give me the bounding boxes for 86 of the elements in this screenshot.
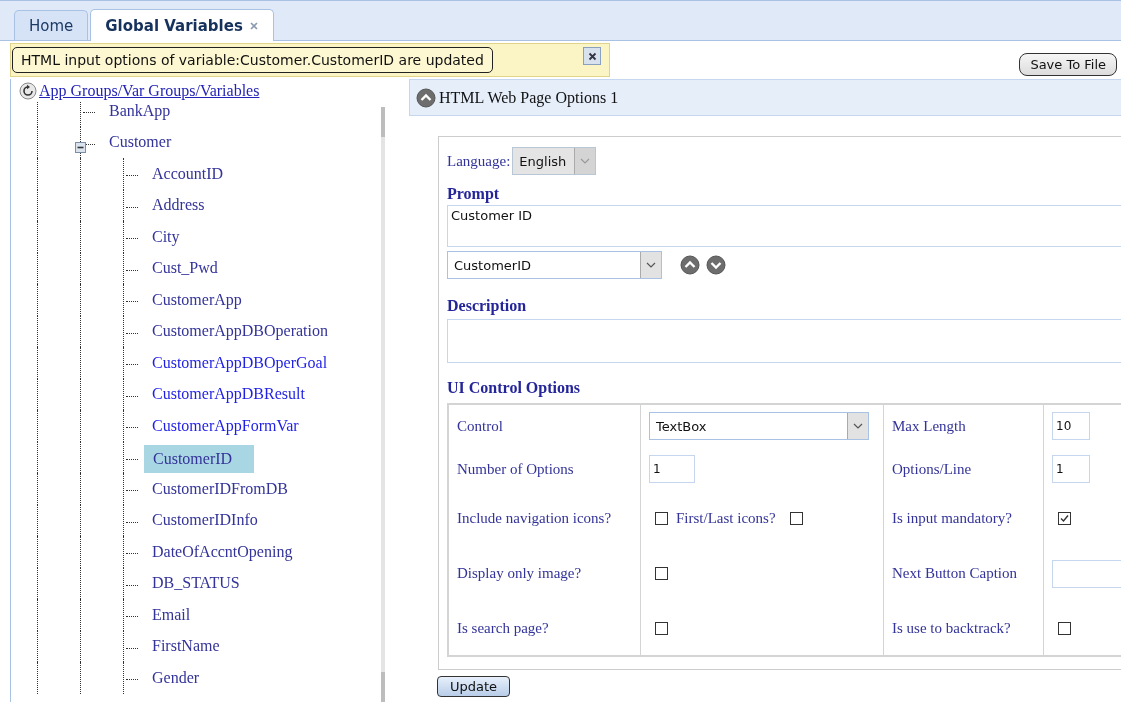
description-field[interactable]	[447, 319, 1121, 363]
tree-item-highlight[interactable]: CustomerAppFormVar	[152, 413, 307, 438]
text-field[interactable]: 1	[649, 455, 695, 483]
tree-item-highlight[interactable]: City	[152, 224, 188, 249]
chevron-down-icon	[580, 158, 591, 164]
tree-item[interactable]: CustomerAppDBResult	[152, 385, 305, 404]
option-label: Include navigation icons?	[457, 510, 612, 527]
option-label: Display only image?	[457, 565, 582, 582]
tree-item-highlight[interactable]: Email	[152, 602, 199, 627]
tree-item[interactable]: CustomerAppDBOperation	[152, 322, 328, 341]
tree-item[interactable]: Gender	[152, 668, 200, 687]
tree-item[interactable]: Cust_Pwd	[152, 259, 218, 278]
chevron-down-icon	[853, 423, 863, 429]
tree-item[interactable]: CustomerIDInfo	[152, 511, 258, 530]
tree-item-highlight[interactable]: CustomerIDInfo	[152, 508, 266, 533]
tree-item[interactable]: Email	[152, 605, 191, 624]
tree-item[interactable]: CustomerID	[153, 450, 233, 469]
close-icon	[587, 51, 597, 61]
save-to-file-button[interactable]: Save To File	[1019, 52, 1117, 76]
ui-options-heading: UI Control Options	[447, 379, 582, 397]
checkbox[interactable]	[655, 621, 668, 635]
update-button[interactable]: Update	[437, 676, 511, 697]
refresh-icon[interactable]	[19, 82, 37, 100]
prompt-field[interactable]: Customer ID	[447, 205, 1121, 247]
move-down-icon[interactable]	[706, 255, 726, 275]
option-label: Options/Line	[892, 460, 972, 478]
collapse-icon[interactable]	[416, 87, 436, 108]
tree-item-highlight[interactable]: DB_STATUS	[152, 571, 248, 596]
option-label: Next Button Caption	[892, 565, 1017, 582]
checkbox[interactable]	[1058, 621, 1071, 635]
checkbox[interactable]	[1058, 512, 1071, 525]
tree-item-highlight[interactable]: BankApp	[109, 98, 179, 123]
text-field[interactable]	[1052, 559, 1121, 588]
checkbox[interactable]	[655, 567, 668, 580]
tree-root-link[interactable]: App Groups/Var Groups/Variables	[39, 82, 260, 100]
checkbox[interactable]	[789, 512, 803, 525]
tree-item[interactable]: City	[152, 227, 180, 246]
tree-item[interactable]: Customer	[109, 133, 172, 152]
close-icon[interactable]	[248, 20, 259, 31]
tree-item[interactable]: AccountID	[152, 164, 224, 183]
tree-item[interactable]: CustomerApp	[152, 290, 242, 309]
tree-item-highlight[interactable]: Address	[152, 193, 213, 218]
chevron-down-icon	[646, 262, 656, 268]
checkbox[interactable]	[655, 512, 668, 525]
tree-item[interactable]: CustomerAppFormVar	[152, 416, 299, 435]
option-label: Is use to backtrack?	[892, 619, 1011, 637]
tree-item-highlight[interactable]: CustomerAppDBOperGoal	[152, 350, 336, 375]
option-label: First/Last icons?	[676, 510, 776, 527]
option-label: Number of Options	[457, 460, 574, 478]
move-up-icon[interactable]	[680, 255, 700, 275]
text-field[interactable]: 10	[1052, 412, 1090, 440]
tab[interactable]: Global Variables	[90, 9, 274, 41]
tree-item-highlight[interactable]: DateOfAccntOpening	[152, 539, 301, 564]
tree-item[interactable]: DB_STATUS	[152, 574, 240, 593]
notification-message: HTML input options of variable:Customer.CustomerID are updated	[12, 47, 493, 73]
option-label: Max Length	[892, 417, 966, 435]
tree-item[interactable]: CustomerAppDBOperGoal	[152, 353, 328, 372]
tree-item-highlight[interactable]: CustomerID	[144, 445, 255, 474]
description-label: Description	[447, 297, 528, 315]
tree-item-highlight[interactable]: CustomerAppDBOperation	[152, 319, 336, 344]
tree-item-highlight[interactable]: Cust_Pwd	[152, 256, 226, 281]
tab[interactable]: Home	[14, 10, 89, 40]
text-field[interactable]: 1	[1052, 455, 1090, 483]
option-label: Is input mandatory?	[892, 510, 1012, 527]
panel-header[interactable]: HTML Web Page Options 1	[409, 79, 1121, 116]
tree-item-highlight[interactable]: CustomerApp	[152, 287, 250, 312]
option-label: Is search page?	[457, 619, 549, 637]
tree-item-highlight[interactable]: CustomerIDFromDB	[152, 476, 296, 501]
tree-item[interactable]: DateOfAccntOpening	[152, 542, 293, 561]
tree-item-highlight[interactable]: FirstName	[152, 634, 228, 659]
prompt-label: Prompt	[447, 185, 501, 203]
select-field[interactable]: TextBox	[649, 412, 869, 440]
close-button[interactable]	[583, 47, 601, 65]
tree-item-highlight[interactable]: Customer	[109, 130, 180, 155]
tree-item-highlight[interactable]: CustomerAppDBResult	[152, 382, 313, 407]
tree-item[interactable]: Address	[152, 196, 205, 215]
tree-item[interactable]: CustomerIDFromDB	[152, 479, 288, 498]
panel-title: HTML Web Page Options 1	[439, 88, 619, 107]
collapse-icon[interactable]	[75, 142, 86, 154]
option-label: Control	[457, 417, 503, 435]
tree-item[interactable]: BankApp	[109, 101, 171, 120]
language-label: Language:	[447, 152, 511, 170]
select-field[interactable]: CustomerID	[447, 251, 662, 279]
tree-item-highlight[interactable]: Gender	[152, 665, 208, 690]
tree-item-highlight[interactable]: AccountID	[152, 161, 232, 186]
tree-item[interactable]: FirstName	[152, 637, 220, 656]
